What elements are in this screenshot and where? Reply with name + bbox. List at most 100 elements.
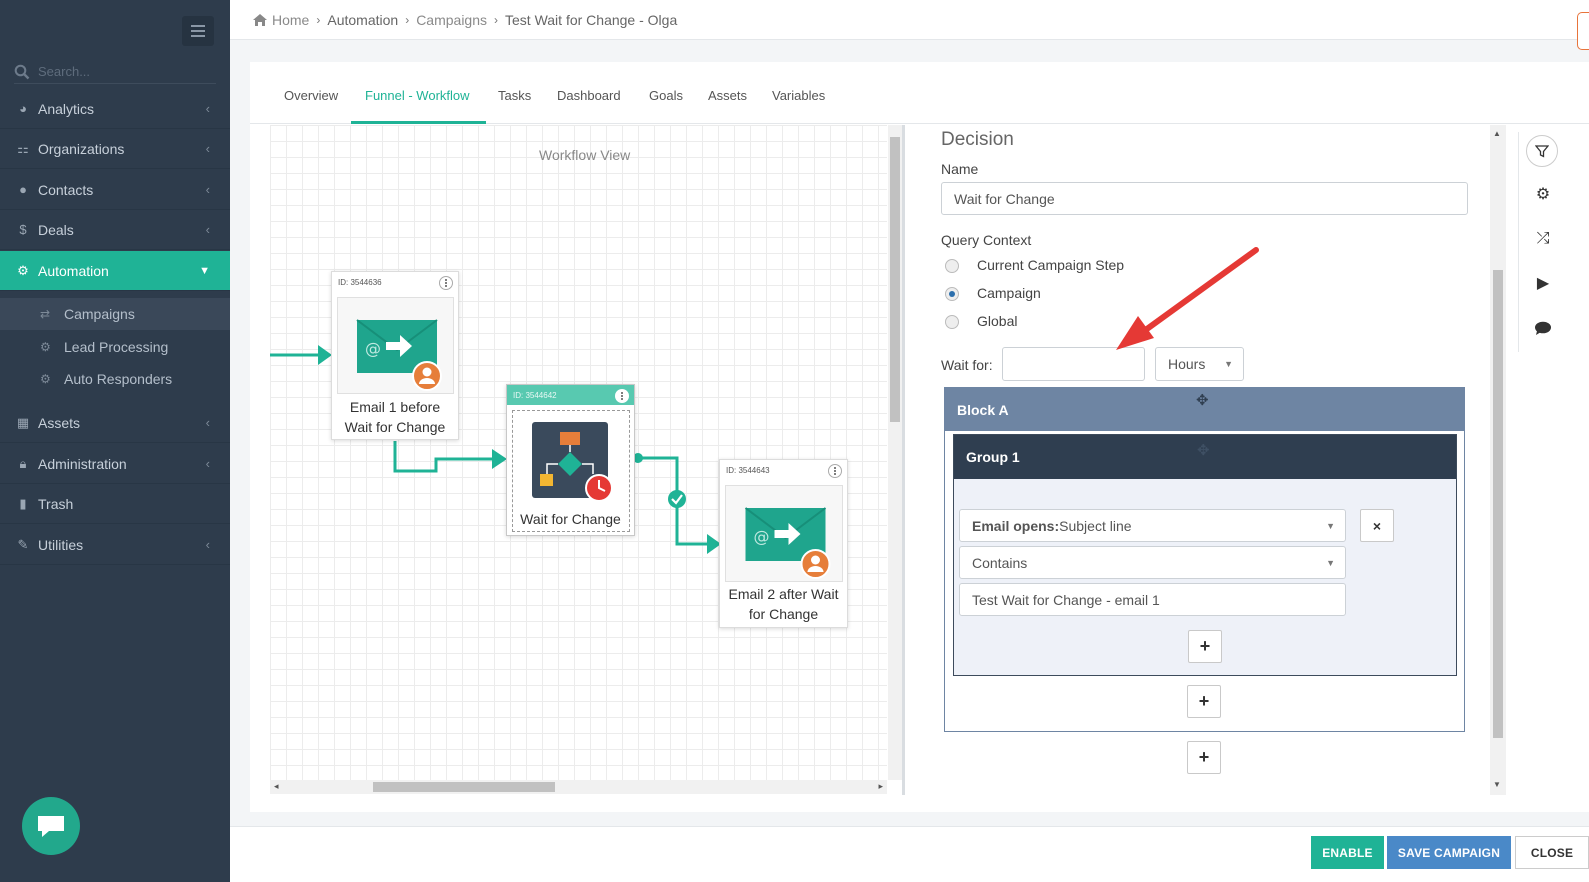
tab-assets[interactable]: Assets xyxy=(708,88,747,124)
settings-button[interactable]: ⚙ xyxy=(1531,182,1555,206)
chevron-left-icon: ‹ xyxy=(205,222,210,237)
add-condition-button[interactable]: + xyxy=(1188,630,1222,663)
enable-button[interactable]: ENABLE xyxy=(1311,836,1384,869)
shuffle-button[interactable]: ⤮ xyxy=(1531,227,1555,251)
node-menu-icon[interactable] xyxy=(439,276,453,290)
sidebar-subitem-lead-processing[interactable]: ⚙ Lead Processing xyxy=(0,331,230,363)
sidebar-subitem-auto-responders[interactable]: ⚙ Auto Responders xyxy=(0,363,230,395)
block-a: Block A ✥ Group 1 ✥ Email opens: Subject… xyxy=(944,387,1465,732)
node-id: ID: 3544643 xyxy=(726,466,770,475)
radio-global[interactable] xyxy=(945,315,959,329)
node-label: Email 2 after Wait xyxy=(728,586,839,602)
sidebar-search[interactable]: Search... xyxy=(14,60,216,84)
node-label: Email 1 before xyxy=(349,399,441,415)
sidebar-item-trash[interactable]: ▮ Trash xyxy=(0,484,230,524)
sitemap-icon: ⚏ xyxy=(17,140,29,156)
tab-overview[interactable]: Overview xyxy=(284,88,338,124)
workflow-node-email-1[interactable]: ID: 3544636 @ Email 1 before Wait for Ch… xyxy=(331,271,459,440)
sidebar-item-label: Deals xyxy=(38,221,74,238)
sidebar-item-label: Contacts xyxy=(38,181,94,198)
move-icon[interactable]: ✥ xyxy=(1197,441,1210,459)
tab-variables[interactable]: Variables xyxy=(772,88,825,124)
email-send-icon: @ xyxy=(744,507,831,579)
canvas-vertical-scrollbar[interactable] xyxy=(888,125,902,780)
email-thumbnail: @ xyxy=(337,297,454,394)
workflow-node-email-2[interactable]: ID: 3544643 @ Email 2 after Wait for Cha… xyxy=(719,459,848,628)
plus-icon: + xyxy=(1199,636,1211,656)
scroll-up-icon[interactable]: ▲ xyxy=(1493,129,1501,138)
sidebar: Search... ◕ Analytics ‹ ⚏ Organizations ‹ ● C… xyxy=(0,0,230,882)
remove-condition-button[interactable]: × xyxy=(1360,509,1394,542)
save-campaign-button[interactable]: SAVE CAMPAIGN xyxy=(1387,836,1511,869)
sidebar-item-utilities[interactable]: ✎ Utilities ‹ xyxy=(0,525,230,565)
close-button[interactable]: CLOSE xyxy=(1515,836,1589,869)
play-button[interactable]: ▶ xyxy=(1531,271,1555,295)
svg-text:@: @ xyxy=(754,527,770,546)
radio-label: Global xyxy=(977,313,1018,329)
decision-flowchart-icon xyxy=(532,422,613,502)
cogs-icon: ⚙ xyxy=(40,372,51,386)
add-group-button[interactable]: + xyxy=(1187,685,1221,718)
tab-tasks[interactable]: Tasks xyxy=(498,88,531,124)
email-thumbnail: @ xyxy=(725,485,843,582)
tab-goals[interactable]: Goals xyxy=(649,88,683,124)
dashboard-icon: ◕ xyxy=(19,101,27,116)
move-icon[interactable]: ✥ xyxy=(1196,391,1209,409)
scroll-down-icon[interactable]: ▼ xyxy=(1493,780,1501,789)
decision-name-value: Wait for Change xyxy=(954,190,1055,207)
decision-name-input[interactable]: Wait for Change xyxy=(941,182,1468,215)
add-block-button[interactable]: + xyxy=(1187,741,1221,774)
menu-toggle-button[interactable] xyxy=(182,16,214,46)
close-icon: × xyxy=(1372,517,1382,534)
chevron-left-icon: ‹ xyxy=(205,182,210,197)
breadcrumb-home[interactable]: Home xyxy=(272,12,309,28)
users-icon: ● xyxy=(19,182,27,197)
scroll-right-icon[interactable]: ▸ xyxy=(878,781,883,792)
filter-button[interactable] xyxy=(1526,135,1558,167)
tab-dashboard[interactable]: Dashboard xyxy=(557,88,621,124)
chevron-right-icon: › xyxy=(316,12,321,27)
workflow-node-wait-for-change[interactable]: ID: 3544642 Wait for Change xyxy=(506,384,635,536)
sidebar-item-analytics[interactable]: ◕ Analytics ‹ xyxy=(0,89,230,129)
sidebar-item-assets[interactable]: ▦ Assets ‹ xyxy=(0,403,230,443)
condition-value-input[interactable]: Test Wait for Change - email 1 xyxy=(959,583,1346,616)
condition-field-select[interactable]: Email opens: Subject line ▼ xyxy=(959,509,1346,542)
search-placeholder: Search... xyxy=(38,64,91,79)
header-action-button[interactable] xyxy=(1577,12,1589,50)
wait-for-label: Wait for: xyxy=(941,357,993,373)
svg-text:@: @ xyxy=(365,339,381,358)
sidebar-item-organizations[interactable]: ⚏ Organizations ‹ xyxy=(0,129,230,169)
tab-funnel-workflow[interactable]: Funnel - Workflow xyxy=(351,88,486,124)
workflow-canvas[interactable]: Workflow View ID: 3544636 @ Email 1 befo… xyxy=(270,125,887,780)
node-menu-icon[interactable] xyxy=(615,389,629,403)
side-toolbar: ⚙ ⤮ ▶ xyxy=(1518,132,1566,352)
group-1: Group 1 ✥ Email opens: Subject line ▼ × … xyxy=(953,434,1457,676)
chevron-left-icon: ‹ xyxy=(205,101,210,116)
chat-button[interactable] xyxy=(22,797,80,855)
radio-label: Current Campaign Step xyxy=(977,257,1125,273)
condition-operator-select[interactable]: Contains ▼ xyxy=(959,546,1346,579)
home-icon xyxy=(253,13,267,26)
sidebar-item-automation[interactable]: ⚙ Automation ▼ xyxy=(0,251,230,291)
breadcrumb-current: Test Wait for Change - Olga xyxy=(505,11,678,28)
canvas-horizontal-scrollbar[interactable]: ◂ ▸ xyxy=(270,780,887,794)
radio-campaign[interactable] xyxy=(945,287,959,301)
panel-resize-handle[interactable] xyxy=(902,125,905,795)
properties-scrollbar[interactable]: ▲ ▼ xyxy=(1490,125,1506,795)
scroll-left-icon[interactable]: ◂ xyxy=(274,781,279,792)
comment-button[interactable] xyxy=(1531,316,1555,340)
breadcrumb-automation[interactable]: Automation xyxy=(327,12,398,28)
node-label: Wait for Change xyxy=(520,511,621,527)
email-send-icon: @ xyxy=(356,319,442,391)
radio-current-campaign-step[interactable] xyxy=(945,259,959,273)
sidebar-item-deals[interactable]: $ Deals ‹ xyxy=(0,210,230,250)
node-menu-icon[interactable] xyxy=(828,464,842,478)
breadcrumb-campaigns[interactable]: Campaigns xyxy=(416,12,487,28)
sidebar-item-contacts[interactable]: ● Contacts ‹ xyxy=(0,170,230,210)
comment-icon xyxy=(1535,321,1551,335)
gear-icon: ⚙ xyxy=(1535,186,1551,203)
query-context-label: Query Context xyxy=(941,232,1032,248)
sidebar-item-administration[interactable]: 🔒︎ Administration ‹ xyxy=(0,444,230,484)
sidebar-subitem-campaigns[interactable]: ⇄ Campaigns xyxy=(0,298,230,330)
sidebar-subitem-label: Campaigns xyxy=(64,306,135,322)
